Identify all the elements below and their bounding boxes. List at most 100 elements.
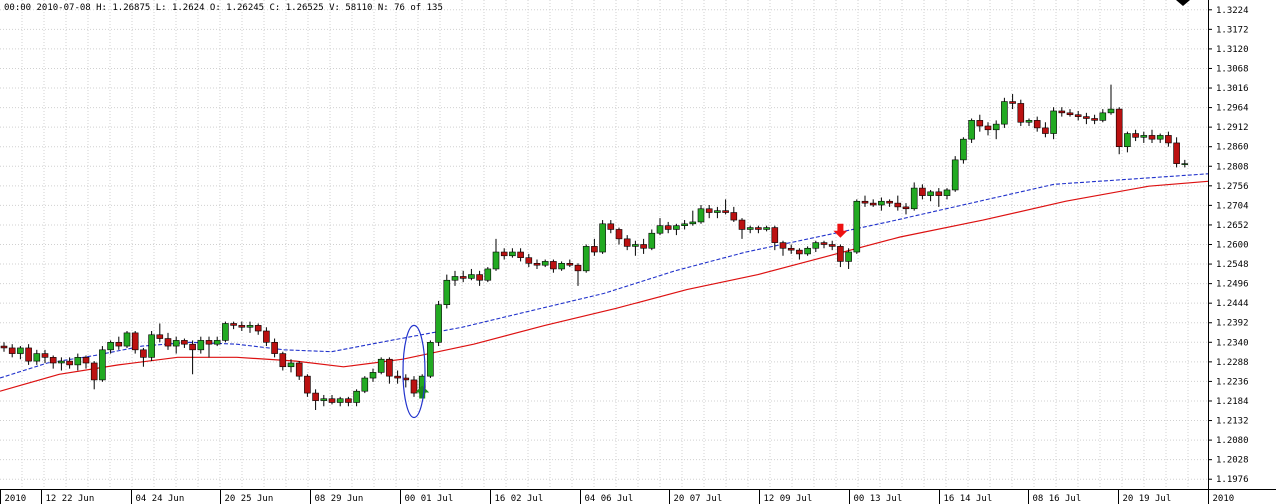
candle-body (304, 375, 311, 394)
candle-body (205, 340, 213, 345)
candle-body (976, 120, 984, 127)
candle[interactable] (968, 118, 975, 143)
candle-body (254, 325, 262, 332)
candle[interactable] (377, 357, 385, 375)
candle-body (172, 340, 180, 347)
candle-body (927, 191, 934, 196)
candle-body (238, 325, 246, 328)
candle-body (1033, 120, 1041, 129)
candle[interactable] (1017, 99, 1025, 127)
candle-body (919, 187, 926, 196)
candle-body (607, 223, 615, 230)
y-tick-label: 1.2652 (1216, 221, 1249, 231)
candle-body (90, 362, 98, 381)
candle[interactable] (853, 199, 861, 254)
candle-body (755, 227, 762, 230)
candle[interactable] (1001, 97, 1008, 128)
x-tick-label: 20 19 Jul (1123, 494, 1172, 504)
x-tick-label: 16 14 Jul (944, 494, 993, 504)
candle-body (451, 276, 459, 281)
candle-body (410, 379, 418, 394)
candle-body (910, 187, 918, 210)
candle-body (902, 206, 910, 210)
candle[interactable] (951, 156, 959, 192)
candle[interactable] (435, 300, 442, 347)
candle-body (599, 223, 606, 253)
y-tick-label: 1.3016 (1216, 84, 1249, 94)
chart-root: 1.3224 1.3172 1.3120 1.3068 1.3016 1.2964 1.29… (0, 0, 1276, 504)
candle[interactable] (427, 340, 434, 379)
candle[interactable] (148, 331, 155, 362)
candle-body (943, 189, 951, 196)
candle-body (1066, 112, 1074, 116)
y-tick-label: 1.3224 (1216, 6, 1249, 16)
y-tick-label: 1.2288 (1216, 358, 1249, 368)
y-tick-label: 1.2132 (1216, 417, 1249, 427)
candle-body (615, 229, 623, 240)
candle-body (295, 362, 303, 377)
candle-body (574, 264, 582, 272)
candle-body (960, 138, 967, 161)
y-tick-label: 1.3120 (1216, 45, 1249, 55)
candle-body (58, 360, 65, 364)
candle-body (369, 372, 377, 379)
candle-body (131, 332, 139, 351)
candle-body (869, 202, 877, 206)
candle-body (8, 347, 16, 354)
candle[interactable] (960, 137, 967, 164)
candle-body (1001, 101, 1008, 125)
candle-body (632, 244, 639, 247)
y-tick-label: 1.2964 (1216, 104, 1249, 114)
candle-body (181, 340, 188, 345)
candle-body (664, 225, 672, 230)
candle-body (17, 347, 24, 354)
y-tick-label: 1.3172 (1216, 25, 1249, 35)
x-tick-label: 00 01 Jul (405, 494, 454, 504)
candle-body (140, 349, 147, 358)
y-tick-label: 1.2028 (1216, 456, 1249, 466)
candle-body (517, 251, 524, 258)
candle[interactable] (222, 321, 229, 343)
candle-body (213, 340, 221, 345)
candle-body (845, 251, 852, 262)
candle-body (1140, 135, 1148, 138)
candle-body (1181, 163, 1189, 165)
candle-body (279, 353, 287, 368)
candle-body (1107, 108, 1115, 114)
candle-body (394, 375, 401, 379)
candle-body (263, 330, 270, 343)
candle[interactable] (123, 331, 131, 348)
candle-body (550, 261, 557, 270)
candle-body (468, 274, 475, 279)
price-chart[interactable]: 1.3224 1.3172 1.3120 1.3068 1.3016 1.2964 1.29… (0, 0, 1276, 504)
candle-body (648, 232, 656, 249)
y-tick-label: 1.2808 (1216, 162, 1249, 172)
candle-body (689, 221, 697, 225)
candle-body (320, 398, 328, 401)
candle-body (820, 242, 828, 245)
candle[interactable] (582, 244, 590, 273)
candle-body (115, 341, 123, 347)
candle-body (82, 357, 90, 364)
candle[interactable] (361, 376, 369, 394)
candle-body (427, 341, 434, 377)
candle-body (853, 200, 861, 253)
candle-body (591, 246, 598, 253)
candle[interactable] (599, 220, 606, 254)
x-tick-label: 20 25 Jun (225, 494, 274, 504)
ohlc-info-line: 00:00 2010-07-08 H: 1.26875 L: 1.2624 O:… (4, 3, 443, 13)
x-tick-label: 2010 (1213, 494, 1235, 504)
candle-body (353, 390, 360, 403)
candle-body (123, 332, 131, 347)
candle-body (25, 347, 32, 362)
candle-body (148, 334, 155, 358)
candle-body (1099, 112, 1107, 121)
candle-body (697, 208, 705, 223)
candle-body (230, 323, 237, 326)
candle-body (1083, 116, 1090, 119)
candle-body (541, 261, 549, 266)
candle[interactable] (484, 267, 492, 283)
candle[interactable] (99, 346, 106, 382)
x-tick-label: 04 24 Jun (136, 494, 185, 504)
y-tick-label: 1.1976 (1216, 475, 1249, 485)
